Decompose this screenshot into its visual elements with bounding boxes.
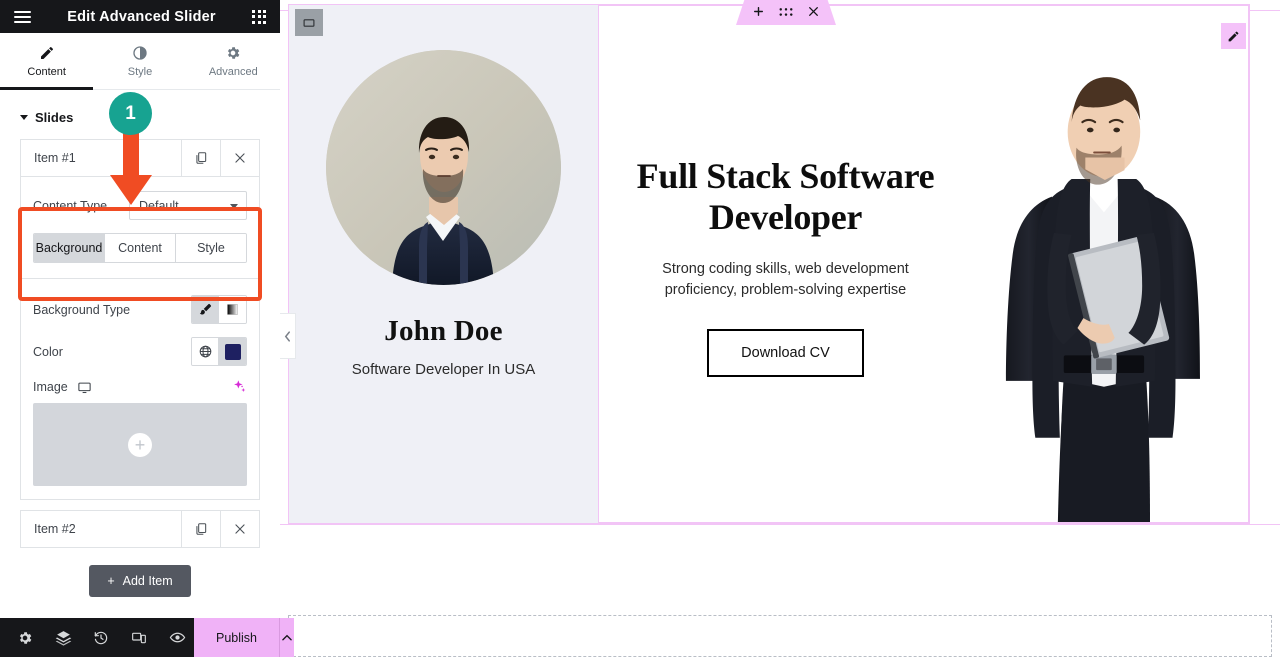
annotation-step-badge: 1	[109, 92, 152, 135]
responsive-devices-icon[interactable]	[122, 618, 156, 657]
download-cv-button[interactable]: Download CV	[707, 329, 864, 378]
close-x-icon[interactable]	[220, 511, 259, 547]
desktop-monitor-icon[interactable]	[77, 380, 92, 395]
paint-brush-icon[interactable]	[192, 296, 219, 323]
pencil-icon	[39, 45, 55, 61]
copy-icon[interactable]	[181, 140, 220, 176]
slide-profile-panel: John Doe Software Developer In USA	[289, 5, 598, 523]
navigator-layers-icon[interactable]	[46, 618, 80, 657]
publish-label: Publish	[216, 630, 257, 645]
hamburger-icon[interactable]	[14, 10, 31, 23]
slider-widget-frame[interactable]: John Doe Software Developer In USA Full …	[288, 4, 1250, 524]
color-swatch-button[interactable]	[219, 338, 246, 365]
chevron-up-icon[interactable]	[279, 618, 294, 657]
panel-header: Edit Advanced Slider	[0, 0, 280, 33]
close-x-icon[interactable]	[220, 140, 259, 176]
tab-content[interactable]: Content	[0, 33, 94, 90]
ai-sparkle-icon[interactable]	[231, 379, 247, 395]
color-swatch	[224, 343, 241, 360]
add-item-label: Add Item	[122, 574, 173, 588]
hero-title: Full Stack Software Developer	[636, 156, 935, 237]
background-type-row: Background Type	[33, 295, 247, 324]
editor-bottom-bar: Publish	[0, 618, 294, 657]
tab-item-content[interactable]: Content	[105, 234, 176, 262]
tab-style-label: Style	[127, 65, 153, 78]
slide-1: John Doe Software Developer In USA Full …	[289, 5, 1249, 523]
hero-text-block: Full Stack Software Developer Strong cod…	[599, 6, 954, 522]
slide-hero-panel: Full Stack Software Developer Strong cod…	[598, 5, 1249, 523]
repeater-item-2[interactable]: Item #2	[20, 510, 260, 548]
panel-tabs: Content Style Advanced	[0, 33, 280, 90]
color-choices	[191, 337, 247, 366]
image-label: Image	[33, 380, 68, 394]
plus-icon[interactable]	[752, 5, 765, 18]
page-title: Edit Advanced Slider	[67, 8, 216, 25]
elementor-editor: Edit Advanced Slider Content Style Advan…	[0, 0, 1280, 657]
gradient-icon[interactable]	[219, 296, 246, 323]
color-label: Color	[33, 344, 63, 359]
section-slides-label: Slides	[35, 110, 74, 125]
section-toolbar[interactable]	[736, 0, 836, 25]
profile-name: John Doe	[384, 315, 503, 347]
settings-gear-icon[interactable]	[8, 618, 42, 657]
globe-icon[interactable]	[192, 338, 219, 365]
tab-advanced[interactable]: Advanced	[187, 33, 280, 89]
repeater-item-1-label[interactable]: Item #1	[21, 140, 181, 176]
repeater-item-2-label[interactable]: Item #2	[21, 511, 181, 547]
repeater-item-2-wrap: Item #2 + Add Item	[20, 510, 260, 597]
tab-item-style[interactable]: Style	[176, 234, 246, 262]
background-type-choices	[191, 295, 247, 324]
widget-box-icon[interactable]	[295, 9, 323, 36]
background-controls: Background Type Color Image +	[20, 279, 260, 500]
history-clock-icon[interactable]	[84, 618, 118, 657]
tab-style[interactable]: Style	[93, 33, 186, 89]
tab-advanced-label: Advanced	[208, 65, 258, 78]
hero-photo	[954, 6, 1248, 522]
caret-down-icon	[20, 115, 28, 120]
chevron-down-icon	[230, 203, 238, 209]
close-x-icon[interactable]	[807, 5, 820, 18]
drop-area[interactable]	[288, 615, 1272, 657]
color-row: Color	[33, 337, 247, 366]
editor-canvas: John Doe Software Developer In USA Full …	[280, 0, 1280, 657]
add-item-wrap: + Add Item	[20, 565, 260, 597]
drag-dots-icon[interactable]	[779, 6, 793, 18]
bottom-bar-icons	[0, 618, 194, 657]
background-type-label: Background Type	[33, 302, 131, 317]
gear-icon	[225, 45, 241, 61]
plus-icon: +	[107, 574, 115, 588]
copy-icon[interactable]	[181, 511, 220, 547]
edit-widget-badge[interactable]	[1221, 23, 1246, 49]
preview-eye-icon[interactable]	[160, 618, 194, 657]
grid-apps-icon[interactable]	[252, 9, 266, 24]
profile-subtitle: Software Developer In USA	[351, 361, 536, 378]
tab-content-label: Content	[27, 65, 66, 78]
item-tab-group: Background Content Style	[33, 233, 247, 263]
avatar	[326, 50, 561, 285]
tab-background[interactable]: Background	[34, 234, 105, 262]
image-row: Image	[33, 379, 247, 395]
publish-button[interactable]: Publish	[194, 618, 279, 657]
plus-icon: +	[128, 432, 152, 457]
section-bottom-guide	[280, 524, 1280, 525]
add-item-button[interactable]: + Add Item	[89, 565, 191, 597]
image-upload-dropzone[interactable]: +	[33, 403, 247, 486]
panel-collapse-handle[interactable]	[280, 313, 296, 359]
annotation-arrow	[110, 125, 152, 205]
hero-subtitle: Strong coding skills, web development pr…	[662, 261, 909, 299]
contrast-half-circle-icon	[132, 45, 148, 61]
